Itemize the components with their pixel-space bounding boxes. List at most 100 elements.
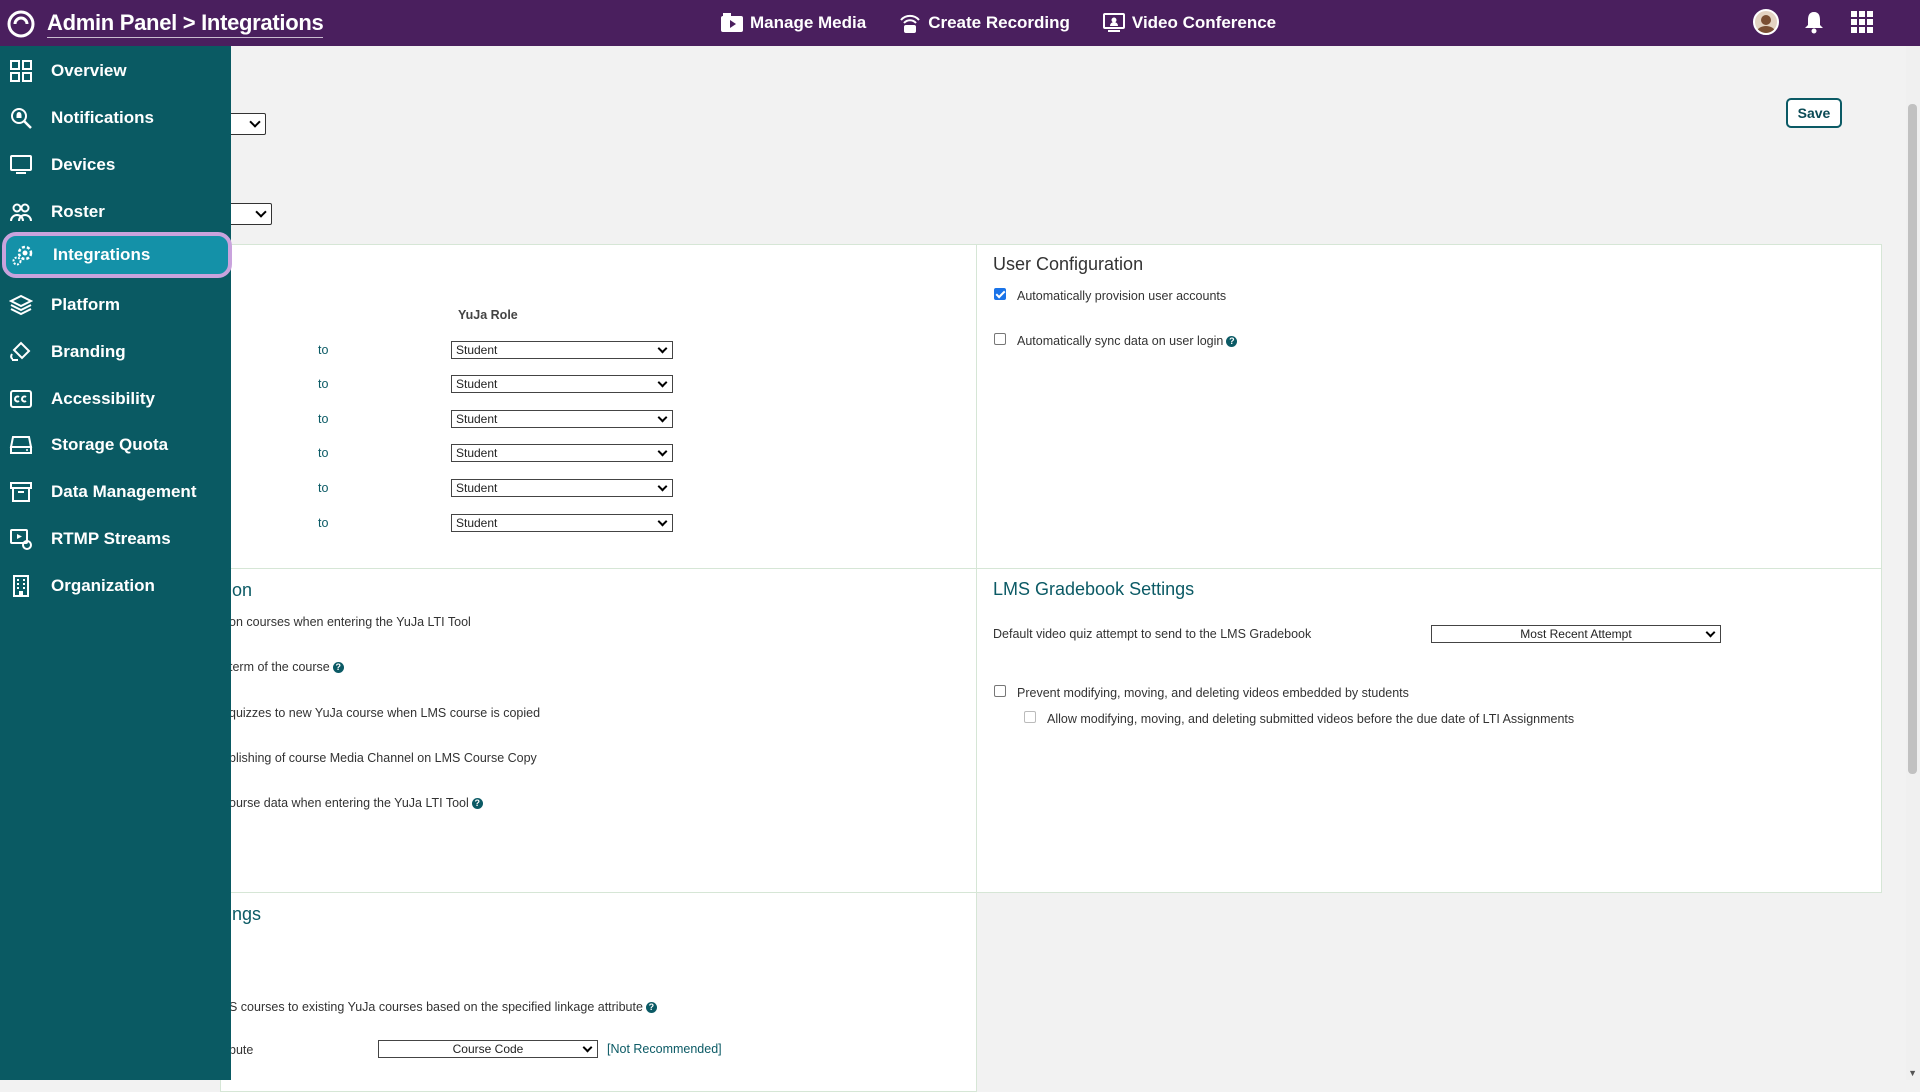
top-nav: Manage Media Create Recording Video Conf… <box>720 0 1276 46</box>
role-select[interactable]: Student <box>451 514 673 532</box>
sidebar-item-storage-quota[interactable]: Storage Quota <box>0 422 231 468</box>
sidebar-item-label: Integrations <box>53 245 151 264</box>
nav-video-conference[interactable]: Video Conference <box>1102 12 1276 34</box>
role-to-label: to <box>318 446 329 460</box>
course-option-label: blishing of course Media Channel on LMS … <box>229 751 537 765</box>
user-avatar-icon <box>1753 9 1779 35</box>
sidebar-item-label: Notifications <box>51 108 154 127</box>
paint-bucket-icon <box>8 339 34 365</box>
sync-on-login-row: Automatically sync data on user login? <box>1017 334 1238 348</box>
user-config-panel: User Configuration Automatically provisi… <box>976 244 1882 569</box>
notifications-button[interactable] <box>1800 8 1828 36</box>
help-icon[interactable]: ? <box>471 798 483 810</box>
sidebar-item-rtmp-streams[interactable]: RTMP Streams <box>0 516 231 562</box>
users-icon <box>8 199 34 225</box>
apps-grid-button[interactable] <box>1848 8 1876 36</box>
nav-video-conference-label: Video Conference <box>1131 13 1277 32</box>
linkage-attr-select[interactable]: Course Code <box>378 1040 598 1058</box>
role-select[interactable]: Student <box>451 410 673 428</box>
sidebar-item-roster[interactable]: Roster <box>0 189 231 235</box>
sidebar-item-label: Roster <box>51 202 105 221</box>
hard-drive-icon <box>8 432 34 458</box>
help-icon[interactable]: ? <box>645 1002 657 1014</box>
page-scrollbar[interactable]: ▼ <box>1906 46 1920 1080</box>
course-option-label: quizzes to new YuJa course when LMS cour… <box>229 706 541 720</box>
prevent-modify-checkbox[interactable] <box>994 685 1006 697</box>
grid-icon <box>8 58 34 84</box>
linkage-attr-label: bute <box>229 1043 254 1057</box>
monitor-user-icon <box>1102 13 1125 32</box>
sidebar-item-organization[interactable]: Organization <box>0 563 231 609</box>
breadcrumb[interactable]: Admin Panel > Integrations <box>47 10 324 38</box>
provision-accounts-label: Automatically provision user accounts <box>1017 289 1227 303</box>
help-icon[interactable]: ? <box>1226 336 1238 348</box>
help-icon[interactable]: ? <box>332 662 344 674</box>
archive-icon <box>8 479 34 505</box>
closed-caption-icon <box>8 386 34 412</box>
course-option-row: term of the course? <box>229 660 344 674</box>
attempt-select[interactable]: Most Recent Attempt <box>1431 625 1721 643</box>
scroll-down-arrow-icon[interactable]: ▼ <box>1908 1068 1917 1078</box>
sidebar-item-branding[interactable]: Branding <box>0 329 231 375</box>
role-select[interactable]: Student <box>451 341 673 359</box>
role-select[interactable]: Student <box>451 479 673 497</box>
nav-create-recording[interactable]: Create Recording <box>898 12 1070 34</box>
yuja-logo-icon[interactable] <box>6 9 36 39</box>
course-settings-title: ion <box>228 580 253 600</box>
apps-grid-icon <box>1851 11 1873 33</box>
sidebar: Overview Notifications Devices Roster In… <box>0 46 232 1080</box>
linkage-label: S courses to existing YuJa courses based… <box>229 1000 643 1014</box>
sidebar-item-notifications[interactable]: Notifications <box>0 95 231 141</box>
nav-manage-media-label: Manage Media <box>750 13 867 32</box>
nav-create-recording-label: Create Recording <box>928 13 1070 32</box>
linkage-panel: ings S courses to existing YuJa courses … <box>220 892 977 1092</box>
allow-modify-label: Allow modifying, moving, and deleting su… <box>1047 712 1575 726</box>
sidebar-item-devices[interactable]: Devices <box>0 142 231 188</box>
sidebar-item-label: Devices <box>51 155 116 174</box>
linkage-row: S courses to existing YuJa courses based… <box>229 1000 657 1014</box>
prevent-modify-label: Prevent modifying, moving, and deleting … <box>1017 686 1409 700</box>
role-select[interactable]: Student <box>451 375 673 393</box>
building-icon <box>8 573 34 599</box>
sidebar-item-label: Accessibility <box>51 389 155 408</box>
sidebar-item-label: Storage Quota <box>51 435 169 454</box>
layers-icon <box>8 292 34 318</box>
film-icon <box>721 13 743 32</box>
sidebar-item-integrations[interactable]: Integrations <box>2 232 232 278</box>
allow-modify-checkbox[interactable] <box>1024 711 1036 723</box>
course-option-label: ourse data when entering the YuJa LTI To… <box>229 796 469 810</box>
sidebar-item-label: Organization <box>51 576 155 595</box>
course-option-label: on courses when entering the YuJa LTI To… <box>229 615 471 629</box>
save-button[interactable]: Save <box>1786 98 1842 128</box>
role-to-label: to <box>318 412 329 426</box>
sidebar-item-data-management[interactable]: Data Management <box>0 469 231 515</box>
linkage-title: ings <box>228 904 262 924</box>
course-option-label: term of the course <box>229 660 330 674</box>
sidebar-item-platform[interactable]: Platform <box>0 282 231 328</box>
sidebar-item-accessibility[interactable]: Accessibility <box>0 376 231 422</box>
bell-search-icon <box>8 105 34 131</box>
sidebar-item-overview[interactable]: Overview <box>0 48 231 94</box>
sidebar-item-label: Platform <box>51 295 120 314</box>
role-to-label: to <box>318 481 329 495</box>
stream-icon <box>8 526 34 552</box>
role-mapping-panel: YuJa Role to Student to Student to Stude… <box>220 244 977 569</box>
course-option-row: ourse data when entering the YuJa LTI To… <box>229 796 483 810</box>
provision-accounts-checkbox[interactable] <box>994 288 1006 300</box>
monitor-icon <box>8 152 34 178</box>
not-recommended-note: [Not Recommended] <box>607 1042 722 1056</box>
role-select[interactable]: Student <box>451 444 673 462</box>
broadcast-icon <box>900 14 920 33</box>
gradebook-panel: LMS Gradebook Settings Default video qui… <box>976 568 1882 893</box>
role-to-label: to <box>318 343 329 357</box>
user-config-title: User Configuration <box>993 254 1144 274</box>
bell-icon <box>1805 12 1823 34</box>
sync-on-login-checkbox[interactable] <box>994 333 1006 345</box>
nav-manage-media[interactable]: Manage Media <box>720 12 866 34</box>
top-right-actions <box>1752 8 1876 36</box>
attempt-label: Default video quiz attempt to send to th… <box>993 627 1312 641</box>
scrollbar-thumb[interactable] <box>1908 104 1917 774</box>
sync-on-login-label: Automatically sync data on user login <box>1017 334 1224 348</box>
avatar[interactable] <box>1752 8 1780 36</box>
cog-icon <box>10 242 36 268</box>
